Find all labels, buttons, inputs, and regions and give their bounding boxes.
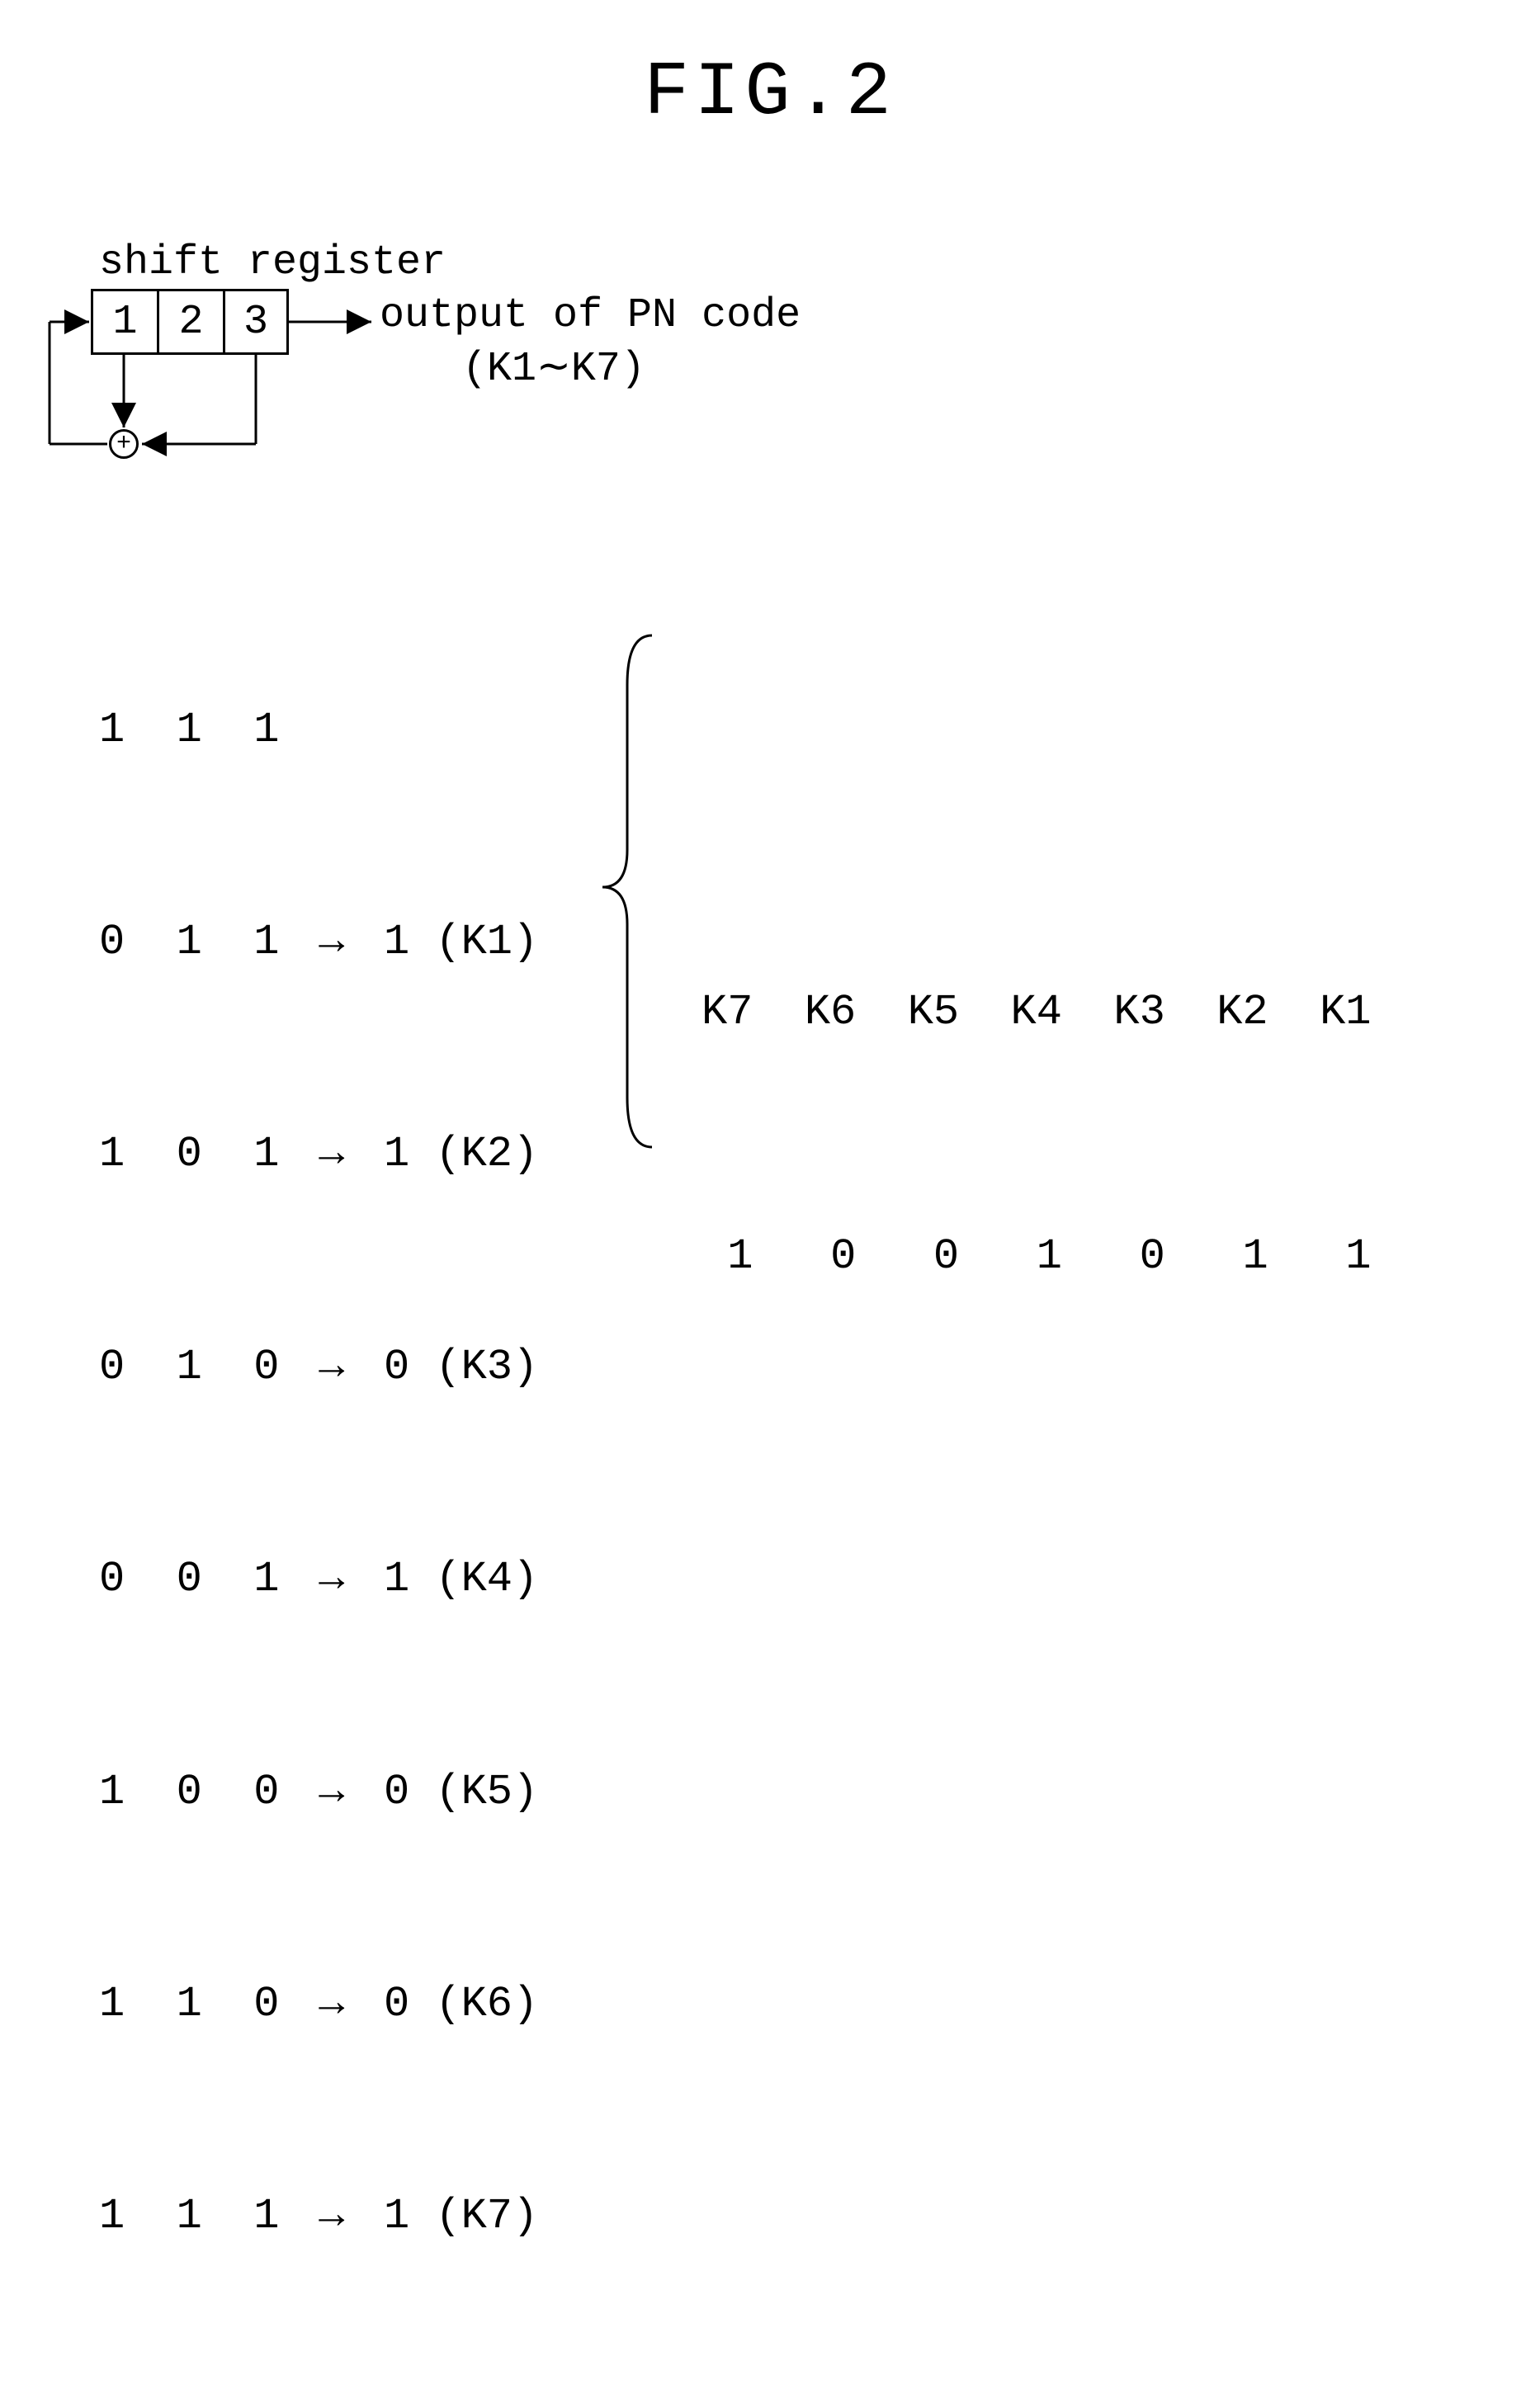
figure-title: FIG.2 [0,50,1540,136]
state-row-6: 1 1 0 → 0 (K6) [99,1969,538,2040]
arrow-icon: → [305,1544,358,1615]
state-row-1: 0 1 1 → 1 (K1) [99,907,538,978]
xor-adder-node: + [109,429,139,459]
arrow-icon: → [305,907,358,978]
result-block: K7 K6 K5 K4 K3 K2 K1 1 0 0 1 0 1 1 [702,809,1372,1461]
state-row-5: 1 0 0 → 0 (K5) [99,1757,538,1828]
output-label: output of PN code (K1∼K7) [380,289,801,396]
state-row-0: 1 1 1 [99,695,538,766]
shift-register-label: shift register [99,239,446,286]
result-header: K7 K6 K5 K4 K3 K2 K1 [702,972,1372,1054]
shift-register-box: 1 2 3 [91,289,289,355]
arrow-icon: → [305,1969,358,2040]
arrow-icon: → [305,2181,358,2252]
shift-register-cell-3: 3 [223,289,289,355]
arrow-icon: → [305,1757,358,1828]
output-label-line1: output of PN code [380,292,801,339]
output-label-line2: (K1∼K7) [380,342,801,396]
figure-canvas: FIG.2 shift register 1 2 3 output of PN … [0,0,1540,1271]
state-row-7: 1 1 1 → 1 (K7) [99,2181,538,2252]
state-row-2: 1 0 1 → 1 (K2) [99,1119,538,1190]
state-row-4: 0 0 1 → 1 (K4) [99,1544,538,1615]
result-values: 1 0 0 1 0 1 1 [702,1216,1372,1298]
shift-register-cell-2: 2 [157,289,223,355]
arrow-icon: → [305,1119,358,1190]
state-table: 1 1 1 0 1 1 → 1 (K1) 1 0 1 → 1 (K2) 0 1 … [99,553,538,2394]
shift-register-cell-1: 1 [91,289,157,355]
state-row-3: 0 1 0 → 0 (K3) [99,1332,538,1403]
arrow-icon: → [305,1332,358,1403]
